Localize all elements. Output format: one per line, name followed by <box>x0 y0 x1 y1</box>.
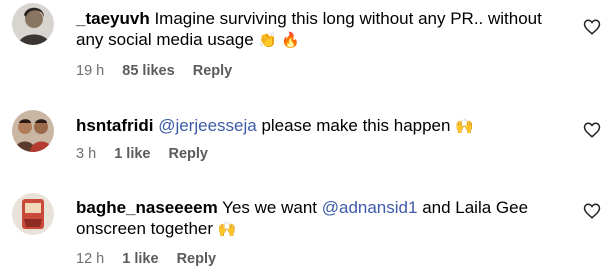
comment-text-before: Yes we want <box>222 198 317 217</box>
comment-timestamp: 3 h <box>76 146 97 162</box>
comment-meta: 19 h 85 likes Reply <box>76 63 246 79</box>
avatar[interactable] <box>12 3 54 45</box>
comment-body: _taeyuvh Imagine surviving this long wit… <box>76 8 566 51</box>
comment-mention-link[interactable]: @jerjeesseja <box>158 116 257 135</box>
comment-emoji: 🙌 <box>455 118 474 135</box>
like-heart-icon[interactable] <box>583 202 601 220</box>
comment-emoji: 🙌 <box>217 221 237 238</box>
comment-meta: 12 h 1 like Reply <box>76 251 230 267</box>
comment-username[interactable]: hsntafridi <box>76 116 153 135</box>
reply-button[interactable]: Reply <box>177 251 217 267</box>
like-heart-icon[interactable] <box>583 18 601 36</box>
comment-emoji: 👏 🔥 <box>258 32 300 49</box>
comment-mention-link[interactable]: @adnansid1 <box>322 198 418 217</box>
reply-button[interactable]: Reply <box>193 63 233 79</box>
like-heart-icon[interactable] <box>583 121 601 139</box>
avatar[interactable] <box>12 193 54 235</box>
comment-body: baghe_naseeeem Yes we want @adnansid1 an… <box>76 197 566 240</box>
comment-meta: 3 h 1 like Reply <box>76 146 222 162</box>
comment-likes[interactable]: 85 likes <box>122 63 174 79</box>
avatar[interactable] <box>12 110 54 152</box>
comment-timestamp: 12 h <box>76 251 105 267</box>
comment-likes[interactable]: 1 like <box>114 146 150 162</box>
comment-username[interactable]: _taeyuvh <box>76 9 150 28</box>
reply-button[interactable]: Reply <box>169 146 209 162</box>
comment-text: please make this happen <box>261 116 451 135</box>
comment-body: hsntafridi @jerjeesseja please make this… <box>76 115 566 137</box>
comment-likes[interactable]: 1 like <box>122 251 158 267</box>
comment-username[interactable]: baghe_naseeeem <box>76 198 218 217</box>
comment-timestamp: 19 h <box>76 63 105 79</box>
